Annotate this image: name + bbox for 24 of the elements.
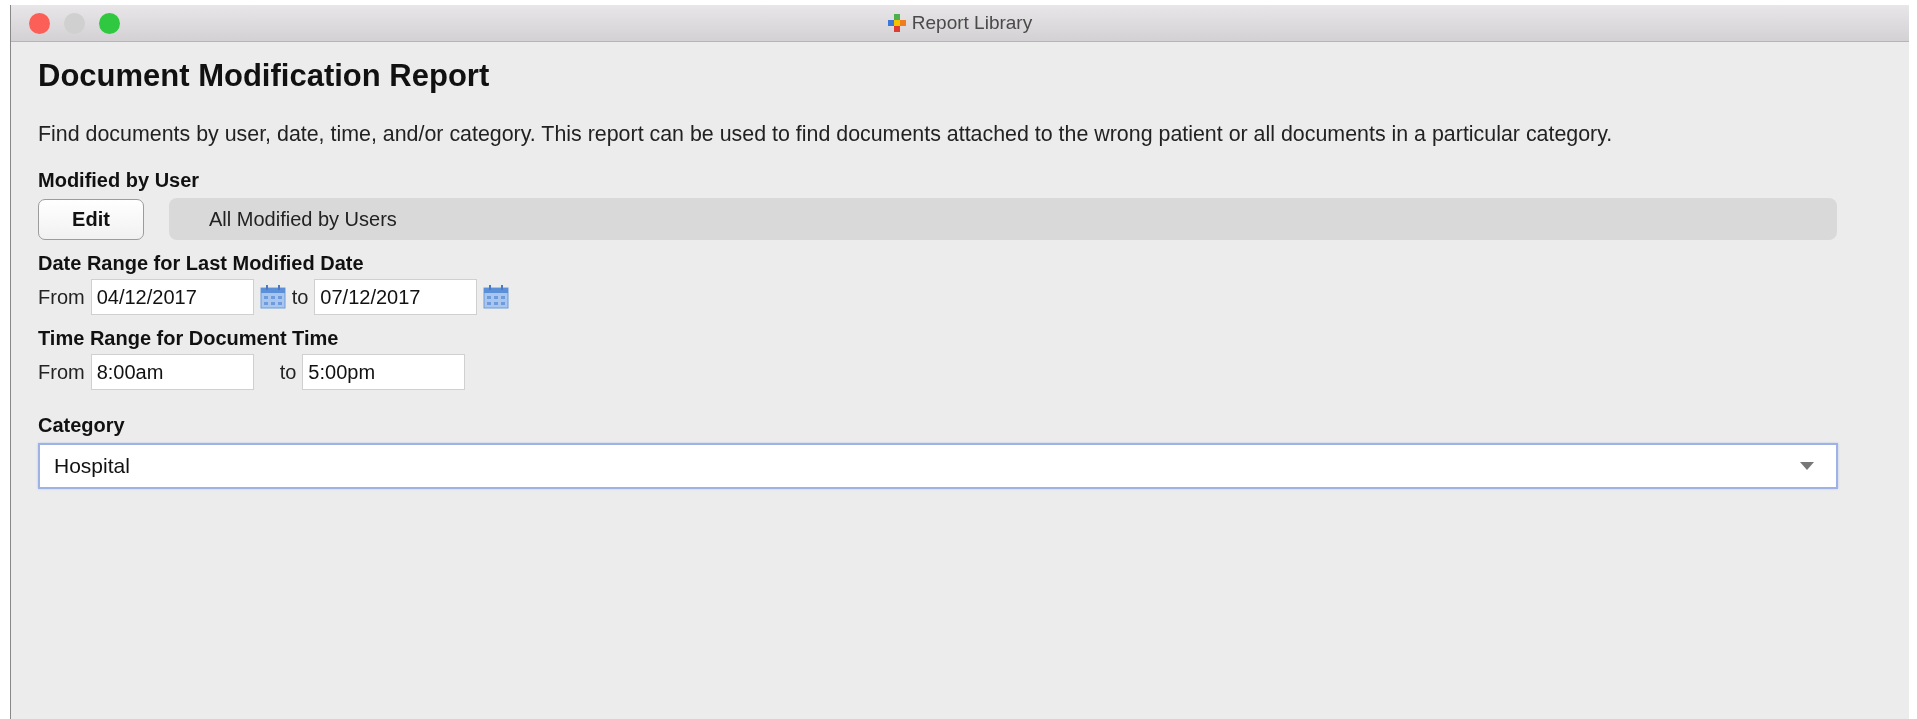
- app-logo-icon: [887, 14, 906, 32]
- from-label: From: [38, 285, 85, 309]
- selected-users-field: All Modified by Users: [169, 198, 1837, 240]
- section-label: Modified by User: [38, 169, 201, 192]
- from-field[interactable]: 04/12/2017: [90, 279, 254, 315]
- edit-button[interactable]: Edit: [38, 198, 144, 240]
- from-label: From: [38, 360, 85, 384]
- report-description: Find documents by user, date, time, and/or category. This report can be used to find documents attached to the wrong patient or all documents in a particular category.: [38, 122, 1614, 147]
- window-title: Report Library: [911, 12, 1033, 34]
- report-heading: Document Modification Report: [38, 58, 491, 94]
- section-label: Date Range for Last Modified Date: [38, 252, 365, 275]
- zoom-icon[interactable]: [99, 12, 120, 34]
- dropdown-caret-icon: [1800, 462, 1814, 470]
- to-field[interactable]: 07/12/2017: [314, 279, 478, 315]
- category-dropdown[interactable]: Hospital: [38, 443, 1838, 489]
- from-field[interactable]: 8:00am: [90, 354, 254, 390]
- close-icon[interactable]: [29, 12, 50, 34]
- to-label: to: [291, 285, 309, 309]
- to-label: to: [279, 360, 297, 384]
- section-label: Category: [38, 414, 126, 437]
- to-field[interactable]: 5:00pm: [302, 354, 466, 390]
- calendar-icon[interactable]: [259, 285, 286, 309]
- calendar-icon[interactable]: [483, 285, 510, 309]
- section-label: Time Range for Document Time: [38, 327, 340, 350]
